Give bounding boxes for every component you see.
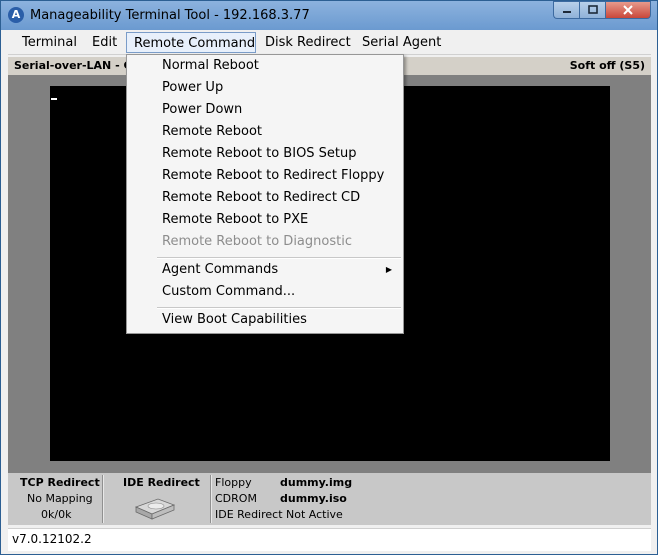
remote-command-menu: Normal Reboot Power Up Power Down Remote… <box>126 54 404 334</box>
maximize-icon <box>587 5 598 14</box>
menu-item-reboot-redirect-floppy[interactable]: Remote Reboot to Redirect Floppy <box>128 165 402 187</box>
menu-item-normal-reboot[interactable]: Normal Reboot <box>128 55 402 77</box>
power-state-label: Soft off (S5) <box>569 59 645 72</box>
cdrom-label: CDROM <box>215 492 257 505</box>
app-icon: A <box>8 7 24 23</box>
submenu-arrow-icon: ▶ <box>385 265 392 274</box>
menu-item-remote-reboot[interactable]: Remote Reboot <box>128 121 402 143</box>
floppy-value: dummy.img <box>280 476 353 489</box>
redirect-panel: TCP Redirect No Mapping 0k/0k IDE Redire… <box>8 473 651 525</box>
tcp-redirect-section: TCP Redirect No Mapping 0k/0k <box>8 473 102 525</box>
divider <box>210 475 212 523</box>
tcp-redirect-title: TCP Redirect <box>20 476 100 489</box>
minimize-icon <box>562 11 571 13</box>
app-window: A Manageability Terminal Tool - 192.168.… <box>0 0 658 555</box>
session-label: Serial-over-LAN - Co <box>14 59 140 72</box>
menu-item-custom-command[interactable]: Custom Command... <box>128 281 402 303</box>
menu-item-view-boot-capabilities[interactable]: View Boot Capabilities <box>128 309 402 331</box>
menu-bar: Terminal Edit Remote Command Disk Redire… <box>8 31 651 55</box>
menu-terminal[interactable]: Terminal <box>15 32 84 53</box>
menu-edit[interactable]: Edit <box>85 32 124 53</box>
menu-item-power-up[interactable]: Power Up <box>128 77 402 99</box>
version-bar: v7.0.12102.2 <box>8 528 651 551</box>
cdrom-value: dummy.iso <box>280 492 347 505</box>
terminal-cursor <box>51 98 57 100</box>
maximize-button[interactable] <box>579 1 605 19</box>
tcp-mapping-label: No Mapping <box>27 492 93 505</box>
title-bar[interactable]: A Manageability Terminal Tool - 192.168.… <box>1 1 657 30</box>
tcp-rate-label: 0k/0k <box>41 508 72 521</box>
divider <box>102 475 104 523</box>
menu-item-reboot-diagnostic: Remote Reboot to Diagnostic <box>162 234 352 249</box>
minimize-button[interactable] <box>553 1 579 19</box>
menu-disk-redirect[interactable]: Disk Redirect <box>258 32 358 53</box>
menu-item-power-down[interactable]: Power Down <box>128 99 402 121</box>
agent-commands-label: Agent Commands <box>162 262 279 277</box>
close-icon <box>623 5 633 15</box>
menu-item-reboot-redirect-cd[interactable]: Remote Reboot to Redirect CD <box>128 187 402 209</box>
menu-serial-agent[interactable]: Serial Agent <box>355 32 448 53</box>
window-title: Manageability Terminal Tool - 192.168.3.… <box>30 8 310 23</box>
disk-info-section: Floppy dummy.img CDROM dummy.iso IDE Red… <box>215 473 415 525</box>
ide-redirect-section: IDE Redirect <box>106 473 210 525</box>
floppy-label: Floppy <box>215 476 252 489</box>
ide-status-label: IDE Redirect Not Active <box>215 508 343 521</box>
hard-drive-icon <box>134 498 176 520</box>
menu-remote-command[interactable]: Remote Command <box>126 32 256 53</box>
menu-item-reboot-bios-setup[interactable]: Remote Reboot to BIOS Setup <box>128 143 402 165</box>
menu-item-agent-commands[interactable]: Agent Commands ▶ <box>128 259 402 281</box>
close-button[interactable] <box>605 1 651 19</box>
menu-item-reboot-pxe[interactable]: Remote Reboot to PXE <box>128 209 402 231</box>
version-label: v7.0.12102.2 <box>12 532 92 546</box>
ide-redirect-title: IDE Redirect <box>123 476 200 489</box>
window-controls <box>553 1 651 21</box>
